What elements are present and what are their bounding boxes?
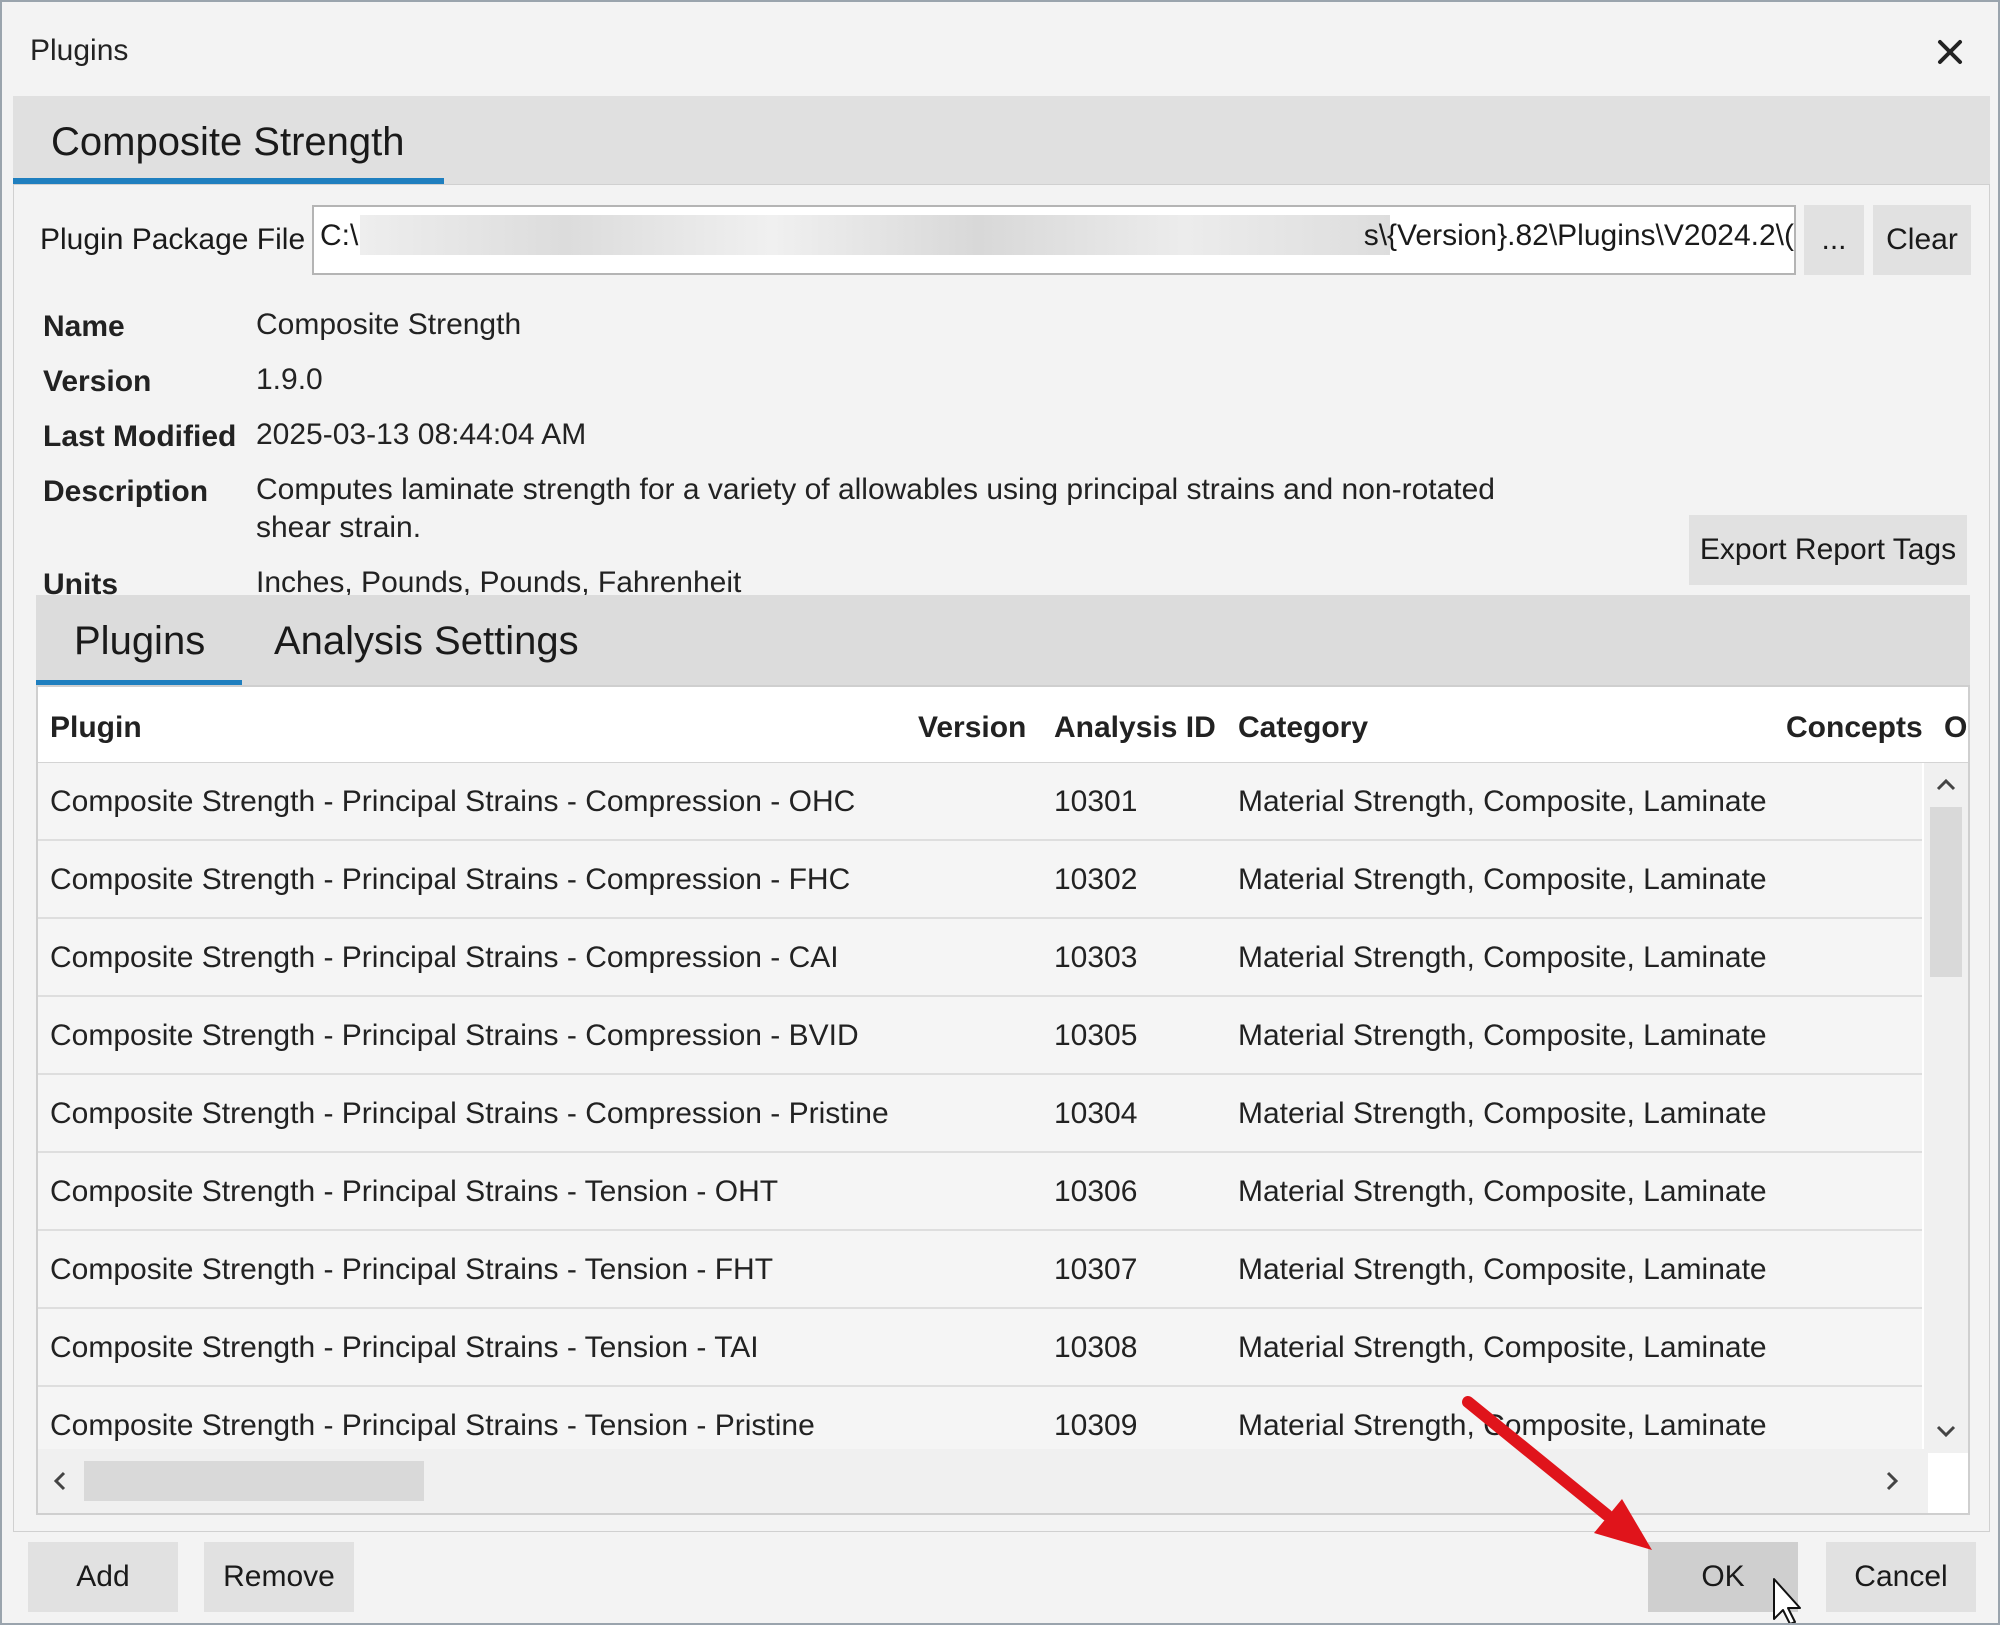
analysis-id-cell: 10308 <box>1054 1331 1138 1364</box>
vertical-scrollbar[interactable] <box>1924 763 1968 1453</box>
remove-button[interactable]: Remove <box>204 1542 354 1612</box>
scroll-left-button[interactable] <box>38 1459 82 1503</box>
tab-label: Composite Strength <box>51 120 405 164</box>
ok-button[interactable]: OK <box>1648 1542 1798 1612</box>
category-cell: Material Strength, Composite, Laminate <box>1238 1097 1767 1130</box>
scroll-right-button[interactable] <box>1870 1459 1914 1503</box>
plugin-cell: Composite Strength - Principal Strains -… <box>50 1331 759 1364</box>
analysis-id-cell: 10309 <box>1054 1409 1138 1442</box>
analysis-id-cell: 10301 <box>1054 785 1138 818</box>
chevron-down-icon <box>1936 1425 1956 1438</box>
plugin-package-file-label: Plugin Package File <box>40 223 306 256</box>
category-cell: Material Strength, Composite, Laminate <box>1238 1409 1767 1442</box>
column-header-ob[interactable]: Ob <box>1944 711 1968 745</box>
plugin-cell: Composite Strength - Principal Strains -… <box>50 941 839 974</box>
plugins-table: Plugin Version Analysis ID Category Conc… <box>36 685 1970 1515</box>
category-cell: Material Strength, Composite, Laminate <box>1238 1019 1767 1052</box>
plugin-cell: Composite Strength - Principal Strains -… <box>50 1409 815 1442</box>
analysis-id-cell: 10305 <box>1054 1019 1138 1052</box>
vertical-scroll-thumb[interactable] <box>1930 807 1962 977</box>
plugin-cell: Composite Strength - Principal Strains -… <box>50 1019 859 1052</box>
description-value: Computes laminate strength for a variety… <box>256 473 1495 544</box>
plugin-package-panel: Plugin Package File C:\ s\{Version}.82\P… <box>13 184 1990 1532</box>
column-header-concepts[interactable]: Concepts <box>1786 711 1923 745</box>
redacted-path-segment <box>360 215 1390 255</box>
analysis-id-cell: 10304 <box>1054 1097 1138 1130</box>
close-icon <box>1938 40 1962 64</box>
plugin-cell: Composite Strength - Principal Strains -… <box>50 1175 779 1208</box>
add-button[interactable]: Add <box>28 1542 178 1612</box>
plugin-cell: Composite Strength - Principal Strains -… <box>50 785 856 818</box>
table-row[interactable]: Composite Strength - Principal Strains -… <box>38 1153 1922 1231</box>
name-label: Name <box>43 310 125 343</box>
tab-analysis-settings-label: Analysis Settings <box>274 619 579 663</box>
name-value: Composite Strength <box>256 308 522 341</box>
description-label: Description <box>43 475 209 508</box>
horizontal-scrollbar[interactable] <box>38 1449 1928 1513</box>
close-button[interactable] <box>1922 24 1978 80</box>
category-cell: Material Strength, Composite, Laminate <box>1238 785 1767 818</box>
plugin-package-file-input[interactable]: C:\ s\{Version}.82\Plugins\V2024.2\( <box>312 205 1796 275</box>
tab-plugins-label: Plugins <box>74 619 206 663</box>
browse-button[interactable]: ... <box>1804 205 1864 275</box>
main-tab-strip: Composite Strength <box>13 96 1990 184</box>
table-row[interactable]: Composite Strength - Principal Strains -… <box>38 763 1922 841</box>
category-cell: Material Strength, Composite, Laminate <box>1238 941 1767 974</box>
plugin-cell: Composite Strength - Principal Strains -… <box>50 1097 889 1130</box>
chevron-left-icon <box>53 1471 66 1491</box>
inner-tab-strip: Plugins Analysis Settings <box>36 595 1970 685</box>
title-bar: Plugins <box>2 2 1998 96</box>
table-row[interactable]: Composite Strength - Principal Strains -… <box>38 841 1922 919</box>
scroll-up-button[interactable] <box>1924 763 1968 807</box>
column-header-plugin[interactable]: Plugin <box>50 711 142 745</box>
column-header-category[interactable]: Category <box>1238 711 1368 745</box>
horizontal-scroll-thumb[interactable] <box>84 1461 424 1501</box>
last-modified-label: Last Modified <box>43 420 237 453</box>
table-row[interactable]: Composite Strength - Principal Strains -… <box>38 997 1922 1075</box>
last-modified-value: 2025-03-13 08:44:04 AM <box>256 418 587 451</box>
chevron-up-icon <box>1936 778 1956 791</box>
analysis-id-cell: 10302 <box>1054 863 1138 896</box>
version-label: Version <box>43 365 152 398</box>
plugins-dialog: Plugins Composite Strength Plugin Packag… <box>0 0 2000 1625</box>
plugin-cell: Composite Strength - Principal Strains -… <box>50 1253 774 1286</box>
category-cell: Material Strength, Composite, Laminate <box>1238 1175 1767 1208</box>
category-cell: Material Strength, Composite, Laminate <box>1238 1253 1767 1286</box>
chevron-right-icon <box>1886 1471 1899 1491</box>
table-row[interactable]: Composite Strength - Principal Strains -… <box>38 1231 1922 1309</box>
tab-analysis-settings[interactable]: Analysis Settings <box>242 595 579 685</box>
path-start-text: C:\ <box>320 219 359 252</box>
analysis-id-cell: 10306 <box>1054 1175 1138 1208</box>
table-header: Plugin Version Analysis ID Category Conc… <box>38 687 1968 763</box>
column-header-version[interactable]: Version <box>918 711 1026 745</box>
tab-plugins[interactable]: Plugins <box>36 595 242 685</box>
window-title: Plugins <box>30 34 129 67</box>
column-header-analysis-id[interactable]: Analysis ID <box>1054 711 1216 745</box>
table-row[interactable]: Composite Strength - Principal Strains -… <box>38 1075 1922 1153</box>
clear-button[interactable]: Clear <box>1873 205 1971 275</box>
table-row[interactable]: Composite Strength - Principal Strains -… <box>38 1309 1922 1387</box>
version-value: 1.9.0 <box>256 363 323 396</box>
analysis-id-cell: 10307 <box>1054 1253 1138 1286</box>
cancel-button[interactable]: Cancel <box>1826 1542 1976 1612</box>
tab-composite-strength[interactable]: Composite Strength <box>13 96 444 184</box>
table-row[interactable]: Composite Strength - Principal Strains -… <box>38 919 1922 997</box>
category-cell: Material Strength, Composite, Laminate <box>1238 1331 1767 1364</box>
path-end-text: s\{Version}.82\Plugins\V2024.2\( <box>1363 219 1794 252</box>
scroll-down-button[interactable] <box>1924 1409 1968 1453</box>
category-cell: Material Strength, Composite, Laminate <box>1238 863 1767 896</box>
export-report-tags-button[interactable]: Export Report Tags <box>1689 515 1967 585</box>
plugin-cell: Composite Strength - Principal Strains -… <box>50 863 851 896</box>
analysis-id-cell: 10303 <box>1054 941 1138 974</box>
